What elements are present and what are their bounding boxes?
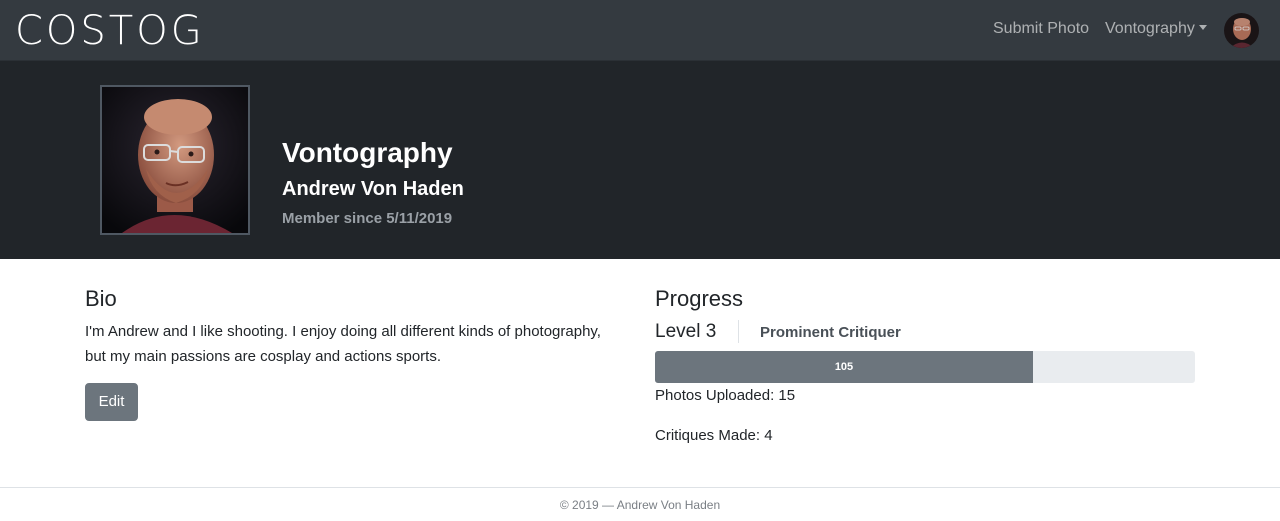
edit-bio-button[interactable]: Edit xyxy=(85,383,138,421)
rank-label: Prominent Critiquer xyxy=(760,324,901,341)
profile-username: Vontography xyxy=(282,137,453,168)
profile-photo xyxy=(100,85,250,235)
profile-header: Vontography Andrew Von Haden Member sinc… xyxy=(0,61,1280,259)
user-menu-dropdown[interactable]: Vontography xyxy=(1105,19,1207,39)
brand-logo[interactable]: COSTOG xyxy=(15,8,205,54)
profile-full-name: Andrew Von Haden xyxy=(282,178,464,200)
critiques-made-stat: Critiques Made: 4 xyxy=(655,427,773,444)
level-divider xyxy=(738,320,739,343)
footer-copyright: © 2019 — Andrew Von Haden xyxy=(559,498,721,512)
user-menu-label: Vontography xyxy=(1105,20,1195,37)
member-since: Member since 5/11/2019 xyxy=(282,210,453,227)
progress-bar: 105 xyxy=(655,351,1195,383)
footer-divider xyxy=(0,487,1280,488)
avatar[interactable] xyxy=(1224,13,1259,48)
chevron-down-icon xyxy=(1198,25,1207,30)
progress-bar-fill: 105 xyxy=(655,351,1033,383)
progress-title: Progress xyxy=(655,286,744,311)
photos-uploaded-stat: Photos Uploaded: 15 xyxy=(655,387,796,404)
bio-title: Bio xyxy=(85,286,117,311)
level-label: Level 3 xyxy=(655,321,717,342)
bio-text: I'm Andrew and I like shooting. I enjoy … xyxy=(85,323,601,365)
submit-photo-link[interactable]: Submit Photo xyxy=(993,19,1089,39)
navbar: COSTOG Submit Photo Vontography xyxy=(0,0,1280,61)
